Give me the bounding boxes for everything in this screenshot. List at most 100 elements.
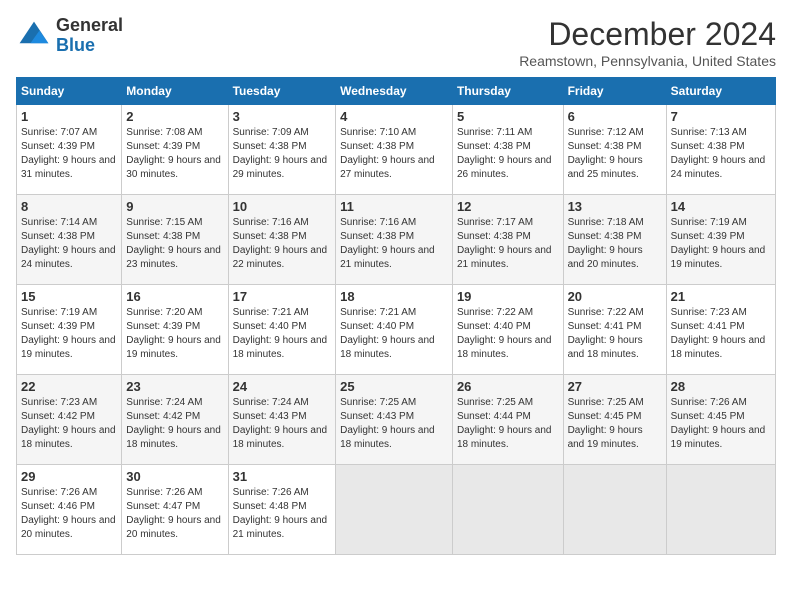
day-number: 24 [233,379,332,394]
column-header-saturday: Saturday [666,78,775,105]
cell-info: Sunrise: 7:21 AMSunset: 4:40 PMDaylight:… [340,306,448,362]
calendar-cell: 17Sunrise: 7:21 AMSunset: 4:40 PMDayligh… [228,285,336,375]
day-number: 18 [340,289,448,304]
day-number: 14 [671,199,771,214]
calendar-cell: 12 Sunrise: 7:17 AMSunset: 4:38 PMDayligh… [452,195,563,285]
calendar-cell: 6 Sunrise: 7:12 AMSunset: 4:38 PMDaylight… [563,105,666,195]
calendar-cell: 2 Sunrise: 7:08 AMSunset: 4:39 PMDaylight… [122,105,228,195]
column-header-tuesday: Tuesday [228,78,336,105]
calendar-cell: 31 Sunrise: 7:26 AMSunset: 4:48 PMDayligh… [228,465,336,555]
calendar-cell [563,465,666,555]
calendar-cell: 7 Sunrise: 7:13 AMSunset: 4:38 PMDaylight… [666,105,775,195]
calendar-cell: 9 Sunrise: 7:15 AMSunset: 4:38 PMDaylight… [122,195,228,285]
day-number: 15 [21,289,117,304]
calendar-week-2: 8Sunrise: 7:14 AMSunset: 4:38 PMDaylight… [17,195,776,285]
cell-info: Sunrise: 7:25 AMSunset: 4:45 PMDaylight:… [568,396,662,452]
cell-info: Sunrise: 7:10 AMSunset: 4:38 PMDaylight:… [340,126,448,182]
cell-info: Sunrise: 7:26 AMSunset: 4:46 PMDaylight:… [21,486,117,542]
day-number: 28 [671,379,771,394]
cell-info: Sunrise: 7:15 AMSunset: 4:38 PMDaylight:… [126,216,223,272]
main-title: December 2024 [519,16,776,53]
calendar-week-4: 22 Sunrise: 7:23 AMSunset: 4:42 PMDayligh… [17,375,776,465]
day-number: 27 [568,379,662,394]
cell-info: Sunrise: 7:19 AMSunset: 4:39 PMDaylight:… [671,216,771,272]
cell-info: Sunrise: 7:17 AMSunset: 4:38 PMDaylight:… [457,216,559,272]
day-number: 9 [126,199,223,214]
calendar-cell: 4 Sunrise: 7:10 AMSunset: 4:38 PMDaylight… [336,105,453,195]
cell-info: Sunrise: 7:07 AMSunset: 4:39 PMDaylight:… [21,126,117,182]
cell-info: Sunrise: 7:16 AMSunset: 4:38 PMDaylight:… [340,216,448,272]
calendar-table: SundayMondayTuesdayWednesdayThursdayFrid… [16,77,776,555]
calendar-cell [666,465,775,555]
cell-info: Sunrise: 7:25 AMSunset: 4:43 PMDaylight:… [340,396,448,452]
calendar-cell: 1 Sunrise: 7:07 AMSunset: 4:39 PMDaylight… [17,105,122,195]
day-number: 30 [126,469,223,484]
day-number: 3 [233,109,332,124]
cell-info: Sunrise: 7:26 AMSunset: 4:48 PMDaylight:… [233,486,332,542]
day-number: 1 [21,109,117,124]
day-number: 6 [568,109,662,124]
day-number: 25 [340,379,448,394]
day-number: 2 [126,109,223,124]
calendar-cell: 25 Sunrise: 7:25 AMSunset: 4:43 PMDayligh… [336,375,453,465]
calendar-cell: 27 Sunrise: 7:25 AMSunset: 4:45 PMDayligh… [563,375,666,465]
cell-info: Sunrise: 7:11 AMSunset: 4:38 PMDaylight:… [457,126,559,182]
cell-info: Sunrise: 7:16 AMSunset: 4:38 PMDaylight:… [233,216,332,272]
day-number: 4 [340,109,448,124]
day-number: 10 [233,199,332,214]
cell-info: Sunrise: 7:22 AMSunset: 4:40 PMDaylight:… [457,306,559,362]
calendar-cell: 19 Sunrise: 7:22 AMSunset: 4:40 PMDayligh… [452,285,563,375]
cell-info: Sunrise: 7:22 AMSunset: 4:41 PMDaylight:… [568,306,662,362]
subtitle: Reamstown, Pennsylvania, United States [519,53,776,69]
day-number: 13 [568,199,662,214]
calendar-cell [336,465,453,555]
day-number: 16 [126,289,223,304]
calendar-cell: 8Sunrise: 7:14 AMSunset: 4:38 PMDaylight… [17,195,122,285]
column-header-friday: Friday [563,78,666,105]
calendar-cell: 23Sunrise: 7:24 AMSunset: 4:42 PMDayligh… [122,375,228,465]
calendar-cell: 22 Sunrise: 7:23 AMSunset: 4:42 PMDayligh… [17,375,122,465]
day-number: 20 [568,289,662,304]
cell-info: Sunrise: 7:24 AMSunset: 4:42 PMDaylight:… [126,396,223,452]
calendar-cell: 15Sunrise: 7:19 AMSunset: 4:39 PMDayligh… [17,285,122,375]
calendar-cell [452,465,563,555]
cell-info: Sunrise: 7:23 AMSunset: 4:42 PMDaylight:… [21,396,117,452]
day-number: 7 [671,109,771,124]
calendar-week-5: 29Sunrise: 7:26 AMSunset: 4:46 PMDayligh… [17,465,776,555]
logo-icon [16,18,52,54]
column-header-sunday: Sunday [17,78,122,105]
day-number: 22 [21,379,117,394]
day-number: 19 [457,289,559,304]
cell-info: Sunrise: 7:13 AMSunset: 4:38 PMDaylight:… [671,126,771,182]
calendar-cell: 30Sunrise: 7:26 AMSunset: 4:47 PMDayligh… [122,465,228,555]
day-number: 8 [21,199,117,214]
calendar-cell: 3 Sunrise: 7:09 AMSunset: 4:38 PMDaylight… [228,105,336,195]
cell-info: Sunrise: 7:20 AMSunset: 4:39 PMDaylight:… [126,306,223,362]
cell-info: Sunrise: 7:23 AMSunset: 4:41 PMDaylight:… [671,306,771,362]
calendar-cell: 21 Sunrise: 7:23 AMSunset: 4:41 PMDayligh… [666,285,775,375]
calendar-cell: 18 Sunrise: 7:21 AMSunset: 4:40 PMDayligh… [336,285,453,375]
logo: GeneralBlue [16,16,123,56]
cell-info: Sunrise: 7:26 AMSunset: 4:45 PMDaylight:… [671,396,771,452]
day-number: 21 [671,289,771,304]
cell-info: Sunrise: 7:12 AMSunset: 4:38 PMDaylight:… [568,126,662,182]
calendar-cell: 29Sunrise: 7:26 AMSunset: 4:46 PMDayligh… [17,465,122,555]
calendar-cell: 13Sunrise: 7:18 AMSunset: 4:38 PMDayligh… [563,195,666,285]
cell-info: Sunrise: 7:09 AMSunset: 4:38 PMDaylight:… [233,126,332,182]
day-number: 12 [457,199,559,214]
calendar-cell: 11 Sunrise: 7:16 AMSunset: 4:38 PMDayligh… [336,195,453,285]
cell-info: Sunrise: 7:08 AMSunset: 4:39 PMDaylight:… [126,126,223,182]
title-section: December 2024 Reamstown, Pennsylvania, U… [519,16,776,69]
calendar-week-3: 15Sunrise: 7:19 AMSunset: 4:39 PMDayligh… [17,285,776,375]
day-number: 5 [457,109,559,124]
calendar-cell: 16 Sunrise: 7:20 AMSunset: 4:39 PMDayligh… [122,285,228,375]
calendar-cell: 14 Sunrise: 7:19 AMSunset: 4:39 PMDayligh… [666,195,775,285]
day-number: 31 [233,469,332,484]
calendar-cell: 24Sunrise: 7:24 AMSunset: 4:43 PMDayligh… [228,375,336,465]
calendar-cell: 20 Sunrise: 7:22 AMSunset: 4:41 PMDayligh… [563,285,666,375]
column-header-monday: Monday [122,78,228,105]
cell-info: Sunrise: 7:25 AMSunset: 4:44 PMDaylight:… [457,396,559,452]
calendar-week-1: 1 Sunrise: 7:07 AMSunset: 4:39 PMDaylight… [17,105,776,195]
calendar-cell: 10 Sunrise: 7:16 AMSunset: 4:38 PMDayligh… [228,195,336,285]
day-number: 11 [340,199,448,214]
